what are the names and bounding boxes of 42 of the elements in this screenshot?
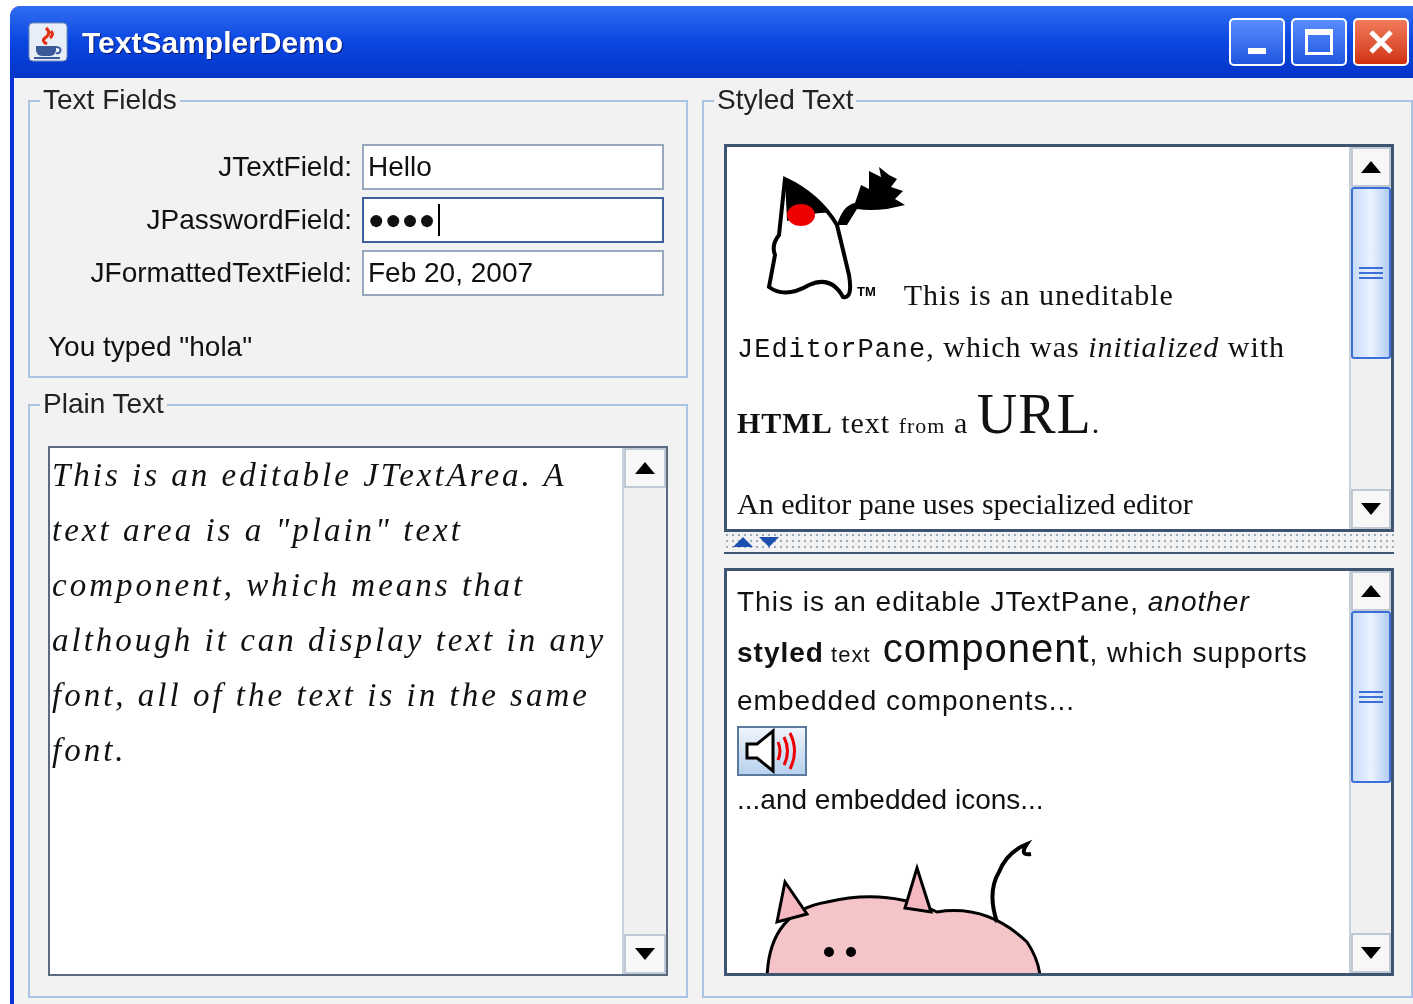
caret-down-icon bbox=[635, 948, 655, 960]
scroll-up-button[interactable] bbox=[1351, 571, 1391, 611]
text-pane[interactable]: This is an editable JTextPane, another styled text component, which supports embedded components... ...and embedded icons... bbox=[724, 568, 1394, 976]
text-field[interactable]: ●●●● bbox=[362, 197, 664, 243]
caret-up-icon bbox=[1361, 161, 1381, 173]
java-cup-icon bbox=[28, 22, 68, 62]
close-button[interactable] bbox=[1353, 18, 1409, 66]
scroll-up-button[interactable] bbox=[1351, 147, 1391, 187]
editor-paragraph: JEditorPane, which was initialized with HTML text from a URL. bbox=[737, 329, 1287, 447]
scrollbar[interactable] bbox=[1349, 147, 1391, 529]
caret-down-icon bbox=[1361, 947, 1381, 959]
expand-down-button[interactable] bbox=[758, 535, 780, 549]
window-title: TextSamplerDemo bbox=[82, 24, 344, 61]
trademark-mark: TM bbox=[857, 285, 876, 299]
scrollbar[interactable] bbox=[1349, 571, 1391, 973]
editor-paragraph: An editor pane uses specialized editor bbox=[737, 486, 1193, 522]
caret-up-icon bbox=[635, 462, 655, 474]
scroll-down-button[interactable] bbox=[624, 934, 666, 974]
editor-text-line: This is an uneditable bbox=[903, 277, 1174, 313]
status-message: You typed "hola" bbox=[48, 330, 253, 364]
minimize-button[interactable] bbox=[1229, 18, 1285, 66]
text-pane-paragraph: This is an editable JTextPane, another styled text component, which supports embedded components... bbox=[737, 585, 1309, 718]
scroll-up-button[interactable] bbox=[624, 448, 666, 488]
expand-up-button[interactable] bbox=[732, 535, 754, 549]
sound-button[interactable] bbox=[737, 726, 807, 776]
field-label: JTextField: bbox=[218, 150, 352, 184]
text-pane-text: ...and embedded icons... bbox=[737, 783, 1044, 817]
field-label: JPasswordField: bbox=[146, 203, 352, 237]
text-area-content: This is an editable JTextArea. A text area is a "plain" text component, which means that although it can display text in any font, all of the text is in the same font. bbox=[51, 456, 608, 770]
editor-pane[interactable]: TM This is an uneditable JEditorPane, which was initialized with HTML text from a URL. An editor pane uses specialized editor bbox=[724, 144, 1394, 532]
maximize-button[interactable] bbox=[1291, 18, 1347, 66]
caret-up-icon bbox=[1361, 585, 1381, 597]
scrollbar-thumb[interactable] bbox=[1351, 187, 1391, 359]
scroll-down-button[interactable] bbox=[1351, 489, 1391, 529]
text-field[interactable]: Feb 20, 2007 bbox=[362, 250, 664, 296]
scrollbar-thumb[interactable] bbox=[1351, 611, 1391, 783]
scroll-down-button[interactable] bbox=[1351, 933, 1391, 973]
caret-down-icon bbox=[1361, 503, 1381, 515]
field-label: JFormattedTextField: bbox=[90, 256, 352, 290]
text-area[interactable]: This is an editable JTextArea. A text area is a "plain" text component, which means that although it can display text in any font, all of the text is in the same font. bbox=[48, 446, 668, 976]
scrollbar[interactable] bbox=[622, 448, 666, 974]
text-field[interactable]: Hello bbox=[362, 144, 664, 190]
